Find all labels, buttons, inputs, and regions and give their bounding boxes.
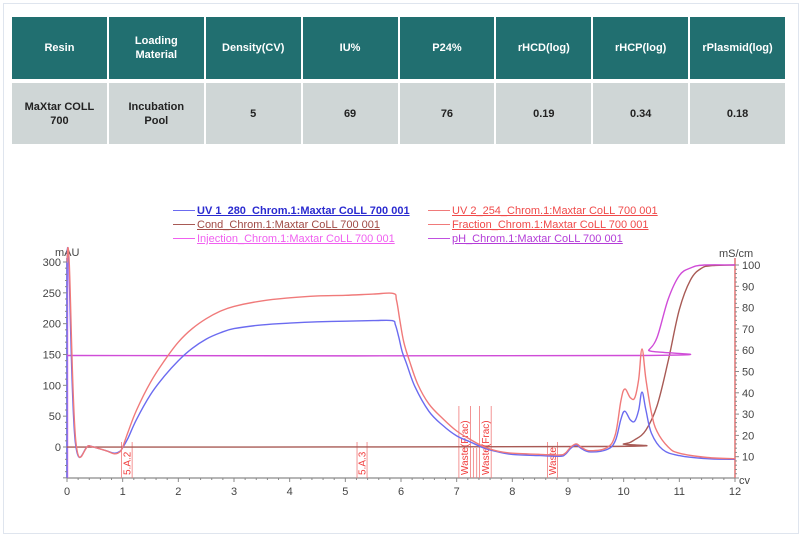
y-right-unit-label: mS/cm	[719, 248, 753, 260]
fraction-marker-label: 5.A.3	[358, 451, 369, 475]
x-tick-label: 10	[618, 486, 630, 498]
y-right-tick-label: 90	[742, 281, 754, 293]
y-right-tick-label: 20	[742, 430, 754, 442]
x-tick-label: 12	[729, 486, 741, 498]
fraction-marker-label: Waste(Frac)	[460, 420, 471, 475]
y-right-tick-label: 60	[742, 345, 754, 357]
y-right-tick-label: 50	[742, 367, 754, 379]
y-right-tick-label: 40	[742, 388, 754, 400]
y-left-tick-label: 250	[43, 288, 61, 300]
x-tick-label: 7	[454, 486, 460, 498]
fraction-marker-label: 5.A.2	[122, 451, 133, 475]
y-left-tick-label: 100	[43, 380, 61, 392]
x-tick-label: 3	[231, 486, 237, 498]
x-tick-label: 0	[64, 486, 70, 498]
fraction-marker-label: Waste	[548, 447, 559, 475]
y-right-tick-label: 70	[742, 324, 754, 336]
y-right-tick-label: 30	[742, 409, 754, 421]
x-tick-label: 2	[175, 486, 181, 498]
y-left-tick-label: 200	[43, 319, 61, 331]
x-tick-label: 11	[674, 486, 685, 498]
y-right-tick-label: 80	[742, 303, 754, 315]
y-left-tick-label: 150	[43, 350, 61, 362]
x-tick-label: 8	[509, 486, 515, 498]
x-tick-label: 5	[342, 486, 348, 498]
x-tick-label: 6	[398, 486, 404, 498]
x-tick-label: 9	[565, 486, 571, 498]
y-right-tick-label: 100	[742, 260, 760, 272]
series-line-uv-2-254	[66, 246, 736, 460]
chromatogram-chart: 0 1 2 3 4 5 6 7 8 9 10 11 12050100150200250300102030…	[43, 246, 760, 498]
y-left-tick-label: 0	[55, 442, 61, 454]
series-line-ph	[66, 264, 736, 357]
y-left-tick-label: 50	[49, 411, 61, 423]
x-unit-label: cv	[739, 475, 751, 487]
y-right-tick-label: 10	[742, 452, 754, 464]
x-tick-label: 4	[287, 486, 293, 498]
x-tick-label: 1	[120, 486, 126, 498]
series-line-uv-1-280	[66, 246, 736, 460]
